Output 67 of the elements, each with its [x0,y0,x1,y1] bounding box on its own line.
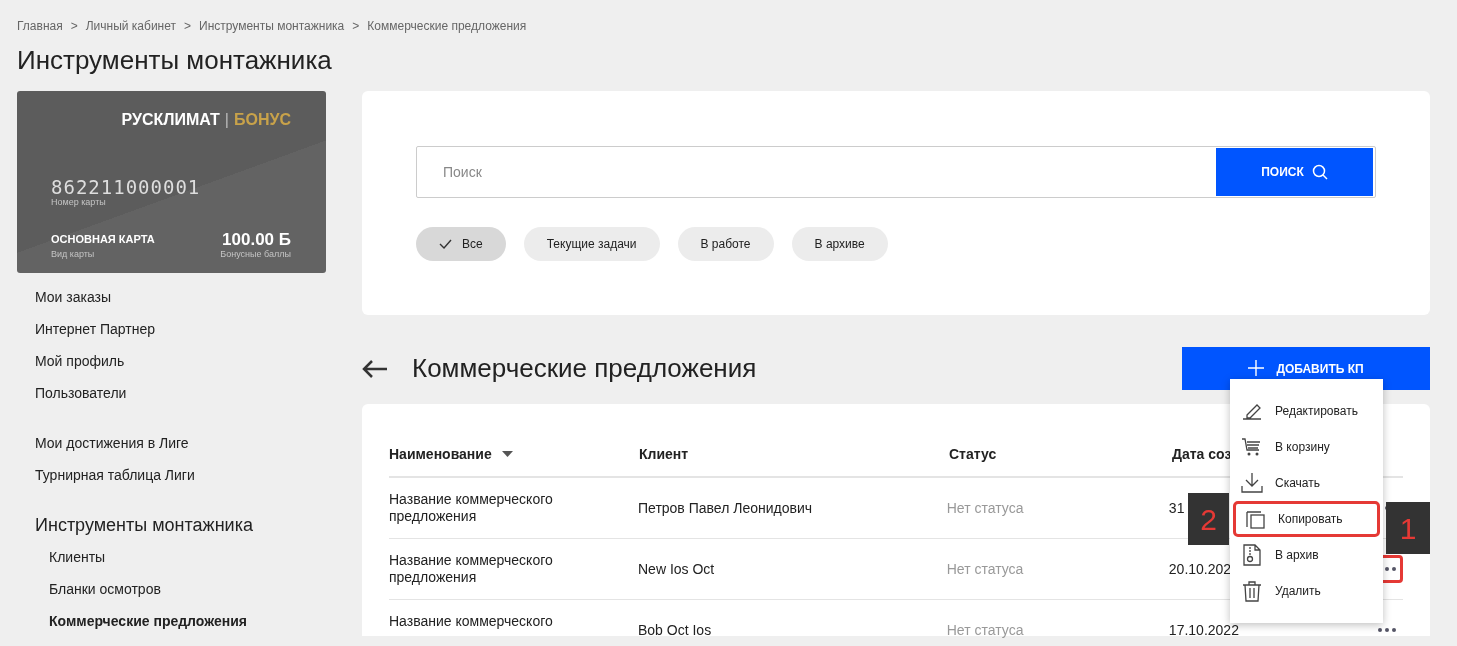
search-button[interactable]: ПОИСК [1216,148,1373,196]
table-cell-text: Нет статуса [946,498,1025,518]
menu-item[interactable]: Копировать [1233,501,1380,537]
filter-chip[interactable]: В архиве [791,227,888,261]
column-header[interactable]: Статус [949,443,997,465]
brand-name: РУСКЛИМАТ [121,110,220,130]
breadcrumb-separator: > [184,18,191,35]
search-icon [1311,164,1328,180]
menu-item[interactable]: Скачать [1233,465,1380,501]
menu-item[interactable]: В корзину [1233,429,1380,465]
download-icon [1241,472,1263,494]
table-cell-text: New Ios Oct [638,559,716,579]
table-cell-text: Название коммерческого предложения [389,490,554,525]
section-title: Коммерческие предложения [412,352,757,385]
menu-item[interactable]: Редактировать [1233,393,1380,429]
table-cell-text: 17.10.2022 [1168,620,1240,640]
checkmark-icon [439,239,452,249]
copy-icon [1244,508,1266,530]
callout-badge: 1 [1386,502,1430,554]
plus-icon [1248,360,1265,376]
card-type: ОСНОВНАЯ КАРТА [51,232,155,247]
back-arrow-icon[interactable] [362,358,388,379]
breadcrumb-link[interactable]: Инструменты монтажника [199,17,345,35]
search-field[interactable]: Поиск ПОИСК [416,146,1376,198]
table-cell-text: 31 [1168,498,1186,518]
brand-accent: БОНУС [234,110,291,130]
menu-item[interactable]: В архив [1233,537,1380,573]
filter-chip[interactable]: В работе [677,227,774,261]
table-cell-text: Петров Павел Леонидович [638,498,814,518]
trash-icon [1241,580,1263,602]
table-cell-text: Bob Oct Ios [638,620,713,640]
table-cell-text: Название коммерческого предложения [389,551,554,586]
filter-chip[interactable]: Текущие задачи [523,227,660,261]
sidebar-item[interactable]: Мои заказы [35,281,326,313]
filter-chip[interactable]: Все [416,227,506,261]
sidebar-section-title: Инструменты монтажника [35,513,254,537]
sidebar-item[interactable]: Пользователи [35,377,326,409]
sidebar-item[interactable]: Бланки осмотров [35,573,326,605]
sidebar-item[interactable]: Турнирная таблица Лиги [35,459,326,491]
table-cell-text: Название коммерческого [389,612,554,630]
breadcrumb-link[interactable]: Коммерческие предложения [367,17,527,35]
breadcrumb-link[interactable]: Личный кабинет [85,17,176,35]
archive-file-icon [1241,544,1263,566]
sort-caret-icon [501,451,513,457]
sidebar-item[interactable]: Мой профиль [35,345,326,377]
table-cell-text: 20.10.202 [1168,559,1233,579]
card-number-label: Номер карты [51,196,106,209]
bonus-balance-label: Бонусные баллы [220,248,291,261]
card-number: 862211000001 [51,175,201,199]
sidebar-item[interactable]: Коммерческие предложения [35,605,326,637]
table-cell-text: Нет статуса [946,559,1025,579]
sidebar-item[interactable]: Клиенты [35,541,326,573]
column-header[interactable]: Клиент [639,443,689,465]
breadcrumb-separator: > [70,18,78,35]
brand-divider: | [224,110,229,130]
column-header[interactable]: Наименование [389,443,513,465]
sidebar-item[interactable]: Интернет Партнер [35,313,326,345]
menu-item[interactable]: Удалить [1233,573,1380,609]
breadcrumb-separator: > [352,18,360,35]
sidebar-item[interactable]: Мои достижения в Лиге [35,427,326,459]
card-type-label: Вид карты [51,248,95,261]
table-cell-text: Нет статуса [946,620,1025,640]
bonus-balance: 100.00 Б [222,229,291,250]
page-title: Инструменты монтажника [17,44,333,77]
callout-badge: 2 [1188,493,1229,545]
breadcrumb-link[interactable]: Главная [17,17,63,35]
cart-icon [1241,436,1263,458]
